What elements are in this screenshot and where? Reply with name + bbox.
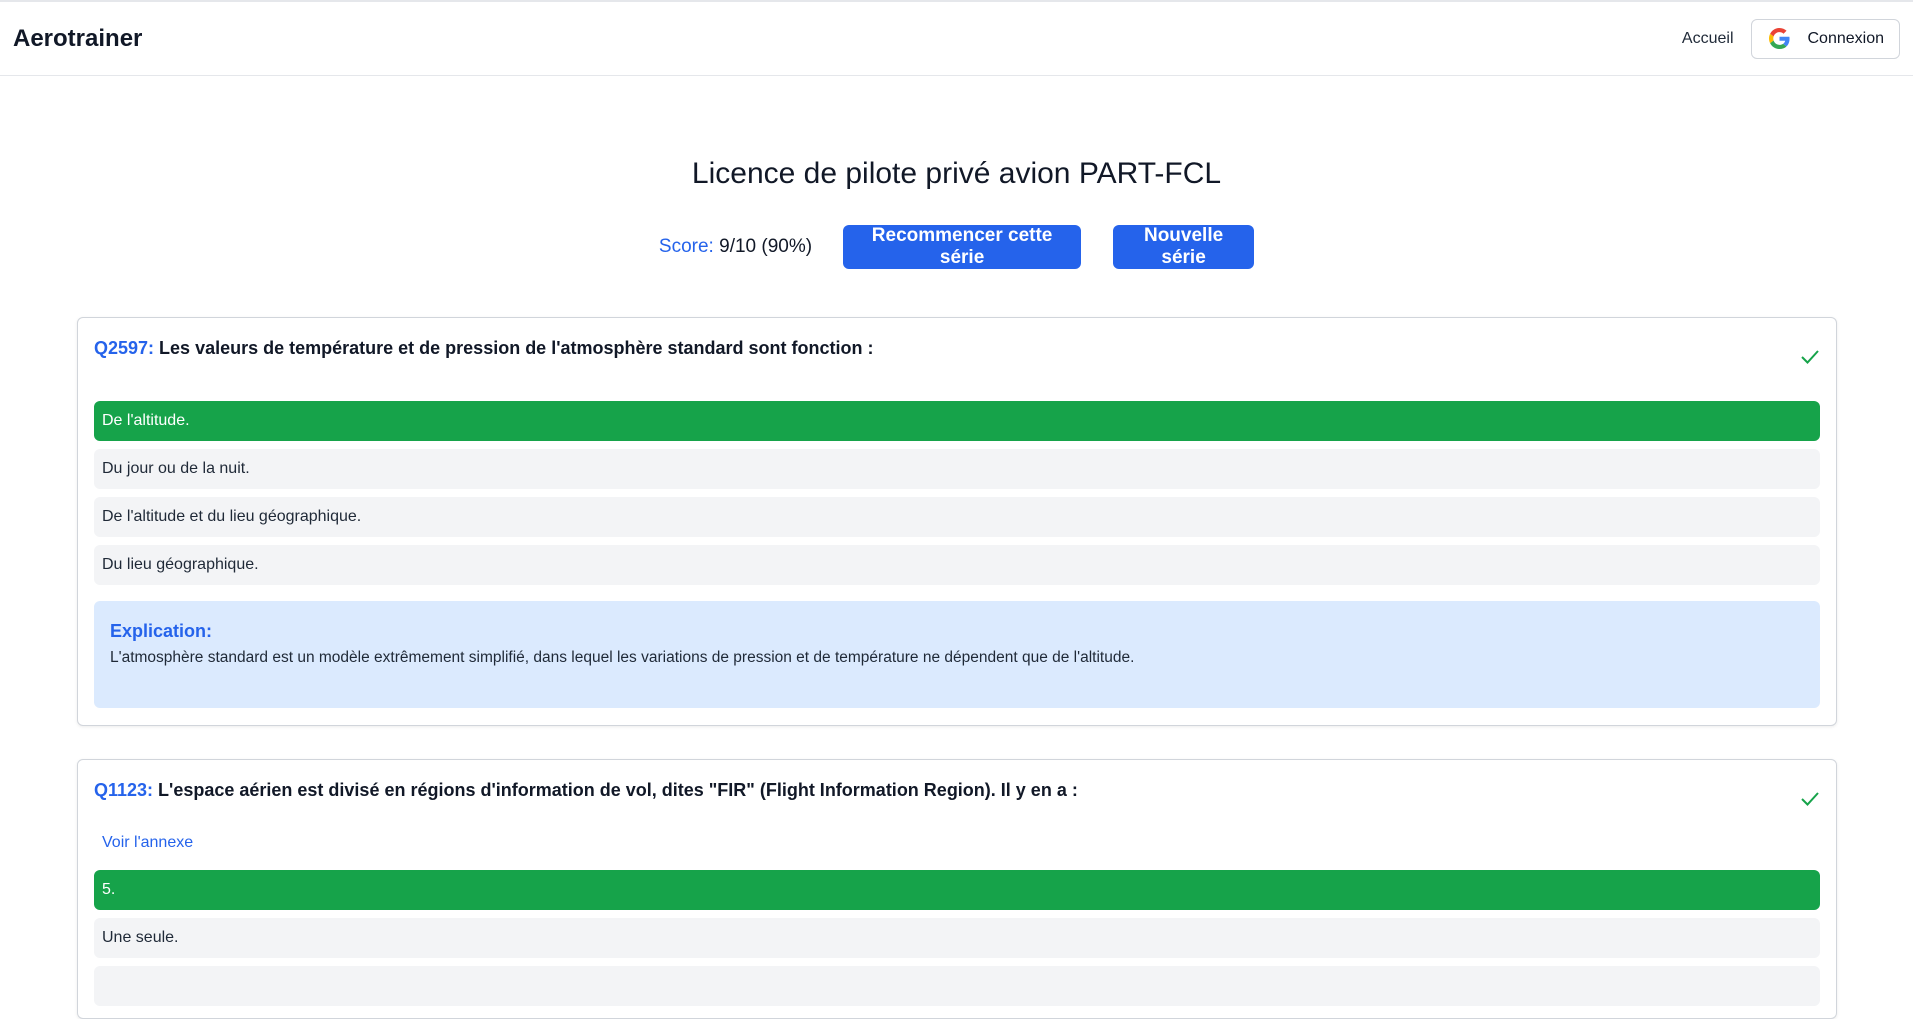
question-card: Q1123: L'espace aérien est divisé en rég… [77, 759, 1837, 1019]
restart-series-button[interactable]: Recommencer cette série [843, 225, 1082, 269]
page-title: Licence de pilote privé avion PART-FCL [691, 157, 1222, 190]
answer-option[interactable]: Du lieu géographique. [94, 545, 1820, 585]
new-series-button[interactable]: Nouvelle série [1113, 225, 1255, 269]
answer-list: De l'altitude. Du jour ou de la nuit. De… [78, 401, 1836, 585]
question-header: Q1123: L'espace aérien est divisé en rég… [78, 760, 1836, 820]
question-text: Q1123: L'espace aérien est divisé en rég… [94, 780, 1820, 801]
explanation-box: Explication: L'atmosphère standard est u… [94, 601, 1820, 708]
score-label: Score: [658, 236, 714, 257]
question-header: Q2597: Les valeurs de température et de … [78, 318, 1836, 378]
answer-option[interactable]: De l'altitude et du lieu géographique. [94, 497, 1820, 537]
question-statement: Les valeurs de température et de pressio… [154, 338, 874, 358]
answer-option[interactable] [94, 966, 1820, 1006]
question-statement: L'espace aérien est divisé en régions d'… [153, 780, 1078, 800]
answer-option[interactable]: Du jour ou de la nuit. [94, 449, 1820, 489]
nav-right: Accueil Connexion [1682, 18, 1900, 59]
login-button[interactable]: Connexion [1750, 18, 1900, 59]
navbar: Aerotrainer Accueil Connexion [0, 2, 1913, 76]
check-icon [1801, 350, 1819, 364]
login-label: Connexion [1807, 29, 1885, 47]
google-icon [1768, 28, 1790, 49]
score-display: Score: 9/10 (90%) [659, 236, 812, 258]
brand-logo[interactable]: Aerotrainer [13, 25, 142, 53]
answer-option[interactable]: Une seule. [94, 918, 1820, 958]
score-value: 9/10 (90%) [719, 236, 813, 257]
answer-list: 5. Une seule. [78, 870, 1836, 1006]
question-id: Q2597: [94, 338, 155, 358]
question-card: Q2597: Les valeurs de température et de … [77, 317, 1837, 726]
answer-option-correct[interactable]: De l'altitude. [94, 401, 1820, 441]
check-icon [1801, 792, 1819, 806]
score-row: Score: 9/10 (90%) Recommencer cette séri… [0, 225, 1913, 269]
answer-option-correct[interactable]: 5. [94, 870, 1820, 910]
question-id: Q1123: [94, 780, 154, 800]
nav-home-link[interactable]: Accueil [1682, 30, 1734, 48]
question-text: Q2597: Les valeurs de température et de … [94, 338, 1820, 359]
explanation-text: L'atmosphère standard est un modèle extr… [110, 649, 1135, 666]
explanation-title: Explication: [110, 621, 213, 641]
annex-link[interactable]: Voir l'annexe [78, 834, 1836, 852]
